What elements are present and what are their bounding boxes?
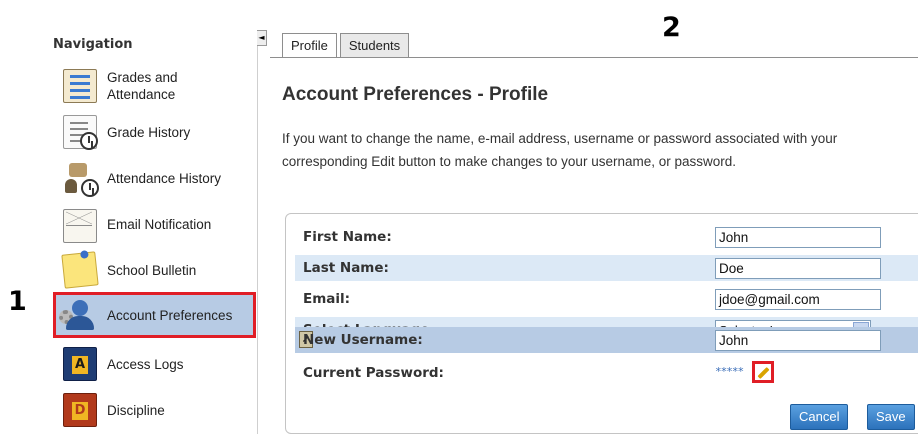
sidebar-item-account-preferences[interactable]: Account Preferences — [53, 292, 256, 338]
sidebar-item-label: Account Preferences — [107, 307, 233, 323]
email-icon — [63, 209, 97, 243]
sidebar-item-discipline[interactable]: D Discipline — [63, 388, 253, 432]
password-row: Current Password: ***** — [295, 360, 918, 386]
sidebar-item-access-logs[interactable]: A Access Logs — [63, 342, 253, 386]
tab-divider — [270, 57, 918, 58]
password-label: Current Password: — [303, 365, 444, 381]
username-label: New Username: — [303, 332, 423, 348]
sidebar-item-attendance-history[interactable]: Attendance History — [63, 156, 253, 200]
sidebar-item-label: Grades and Attendance — [107, 70, 178, 102]
intro-text: If you want to change the name, e-mail a… — [282, 127, 918, 173]
navigation-title: Navigation — [53, 37, 133, 52]
edit-password-icon[interactable] — [752, 361, 774, 383]
sidebar-item-grade-history[interactable]: Grade History — [63, 110, 253, 154]
access-logs-icon: A — [63, 347, 97, 381]
sidebar-item-label: Discipline — [107, 402, 165, 418]
sidebar-item-email-notification[interactable]: Email Notification — [63, 202, 253, 246]
sidebar-item-label: Grade History — [107, 124, 191, 140]
collapse-sidebar-button[interactable]: ◄ — [257, 30, 267, 46]
username-row: ➚ New Username: John — [295, 327, 918, 353]
username-field[interactable]: John — [715, 329, 881, 351]
sidebar-item-label: Access Logs — [107, 356, 184, 372]
email-label: Email: — [303, 291, 351, 307]
callout-number-2: 2 — [662, 12, 681, 43]
sidebar-item-grades-and-attendance[interactable]: Grades and Attendance — [63, 64, 253, 108]
last-name-row: Last Name: Doe — [295, 255, 918, 281]
sidebar-item-school-bulletin[interactable]: School Bulletin — [61, 248, 253, 292]
password-value: ***** — [715, 365, 744, 378]
tab-students[interactable]: Students — [339, 33, 410, 57]
cancel-button[interactable]: Cancel — [790, 404, 849, 430]
callout-number-1: 1 — [8, 286, 27, 317]
tab-bar: Profile Students — [282, 33, 412, 58]
grades-icon — [63, 69, 97, 103]
sidebar-item-label: Attendance History — [107, 170, 222, 186]
sidebar-divider — [257, 46, 258, 434]
clock-icon — [81, 179, 99, 197]
sidebar-item-label: Email Notification — [107, 216, 212, 232]
grade-history-icon — [63, 115, 98, 150]
sidebar-item-label: School Bulletin — [107, 262, 197, 278]
intro-line-1: If you want to change the name, e-mail a… — [282, 131, 838, 146]
email-field[interactable]: jdoe@gmail.com — [715, 288, 881, 310]
navigation-sidebar: Navigation Grades and Attendance Grade H… — [47, 30, 257, 434]
first-name-label: First Name: — [303, 229, 392, 245]
bulletin-icon — [61, 251, 99, 289]
clock-icon — [80, 132, 98, 150]
intro-line-2: corresponding Edit button to make change… — [282, 154, 737, 169]
tab-profile[interactable]: Profile — [282, 33, 337, 58]
page-title: Account Preferences - Profile — [282, 84, 549, 105]
account-icon — [59, 298, 97, 332]
email-row: Email: jdoe@gmail.com — [295, 286, 918, 312]
discipline-icon: D — [63, 393, 97, 427]
save-button[interactable]: Save — [867, 404, 915, 430]
last-name-label: Last Name: — [303, 260, 389, 276]
first-name-row: First Name: John — [295, 224, 918, 250]
last-name-field[interactable]: Doe — [715, 257, 881, 279]
attendance-history-icon — [63, 161, 99, 197]
gear-icon — [59, 310, 73, 324]
first-name-field[interactable]: John — [715, 226, 881, 248]
